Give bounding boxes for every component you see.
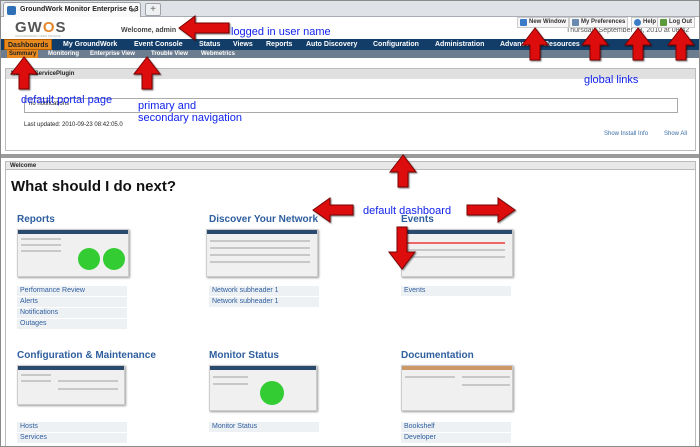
- arrow-up-icon: [9, 56, 39, 90]
- arrow-up-icon: [388, 154, 418, 188]
- arrow-up-icon: [132, 56, 162, 90]
- arrow-up-icon: [623, 27, 653, 61]
- arrow-left-icon: [178, 15, 230, 41]
- arrow-right-icon: [466, 197, 516, 223]
- arrow-up-icon: [666, 27, 696, 61]
- arrow-left-icon: [312, 197, 354, 223]
- arrow-up-icon: [580, 27, 610, 61]
- arrow-down-icon: [387, 226, 417, 270]
- browser-window: GroundWork Monitor Enterprise 6.3 × + GW…: [0, 0, 700, 447]
- annotation-arrows: [9, 15, 696, 270]
- arrow-up-icon: [520, 27, 550, 61]
